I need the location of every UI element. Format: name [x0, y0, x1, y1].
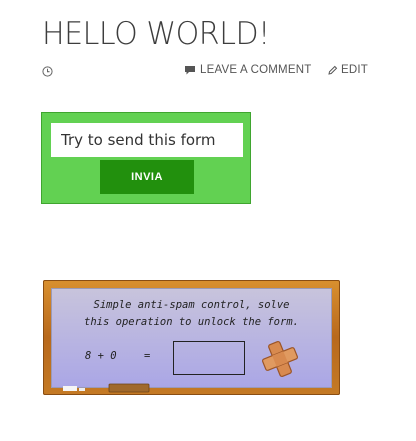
plus-icon [261, 340, 299, 378]
antispam-equals: = [144, 350, 151, 362]
antispam-instructions: Simple anti-spam control, solve this ope… [57, 297, 326, 331]
leave-comment-label: LEAVE A COMMENT [200, 64, 312, 76]
edit-link[interactable]: EDIT [327, 64, 368, 76]
edit-label: EDIT [341, 64, 368, 76]
antispam-chalkboard: Simple anti-spam control, solve this ope… [43, 280, 340, 395]
comment-icon [185, 65, 195, 74]
post-title: HELLO WORLD! [42, 16, 270, 52]
antispam-line-2: this operation to unlock the form. [84, 316, 299, 328]
antispam-equation: 8 + 0 [85, 350, 117, 362]
post-meta: LEAVE A COMMENT EDIT [42, 63, 368, 81]
chalk-eraser [63, 383, 150, 393]
antispam-answer-input[interactable] [173, 341, 245, 375]
submit-button[interactable]: INVIA [100, 160, 194, 194]
antispam-line-1: Simple anti-spam control, solve [93, 299, 290, 311]
clock-icon[interactable] [42, 66, 53, 77]
pencil-icon [328, 65, 338, 75]
leave-comment-link[interactable]: LEAVE A COMMENT [184, 64, 311, 76]
message-input[interactable] [51, 123, 243, 157]
contact-form: INVIA [41, 112, 251, 204]
